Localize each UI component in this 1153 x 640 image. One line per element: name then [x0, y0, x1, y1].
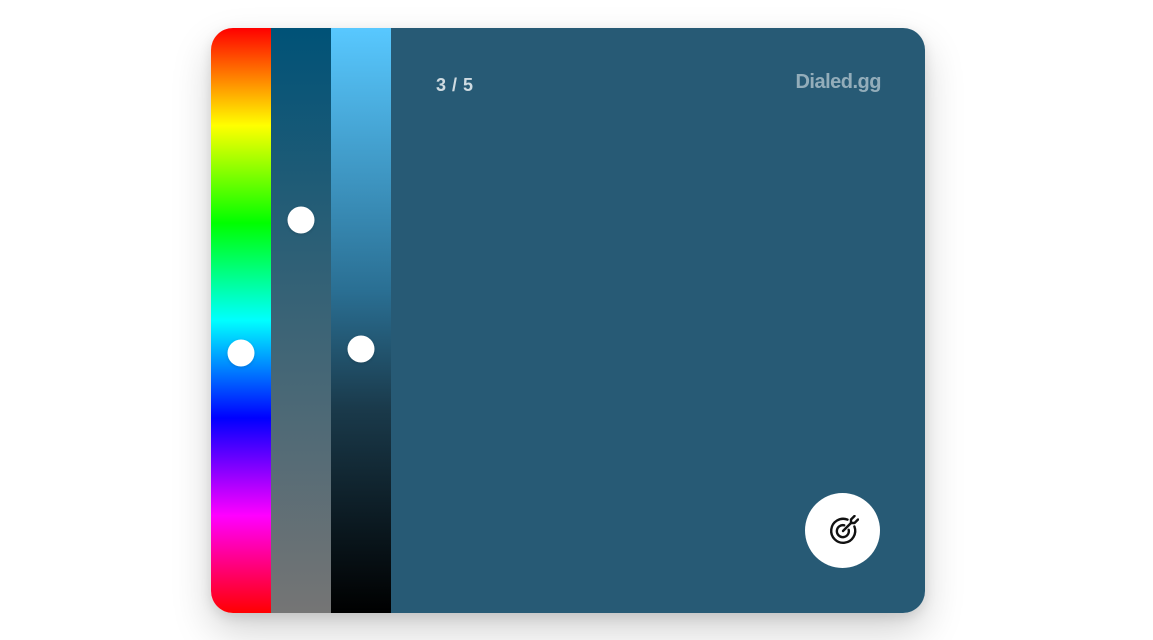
- color-picker-card: 3 / 5 Dialed.gg: [211, 28, 925, 613]
- lightness-slider[interactable]: [331, 28, 391, 613]
- target-submit-icon: [829, 514, 859, 544]
- hue-slider-thumb[interactable]: [227, 339, 255, 367]
- saturation-slider[interactable]: [271, 28, 331, 613]
- submit-guess-button[interactable]: [805, 493, 880, 568]
- page: 3 / 5 Dialed.gg: [0, 0, 1153, 640]
- saturation-slider-thumb[interactable]: [287, 206, 315, 234]
- lightness-slider-thumb[interactable]: [347, 335, 375, 363]
- brand-logo: Dialed.gg: [795, 71, 881, 93]
- hue-slider[interactable]: [211, 28, 271, 613]
- color-preview: 3 / 5 Dialed.gg: [391, 28, 925, 613]
- round-counter: 3 / 5: [436, 75, 474, 95]
